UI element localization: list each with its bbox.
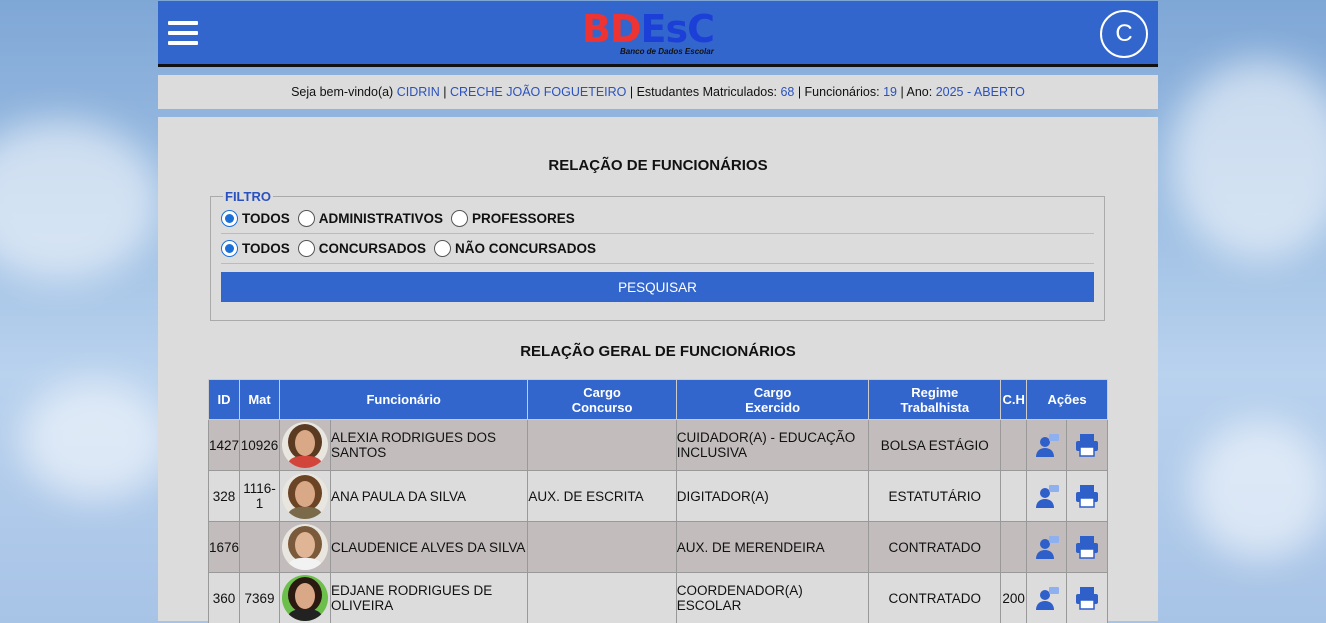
school-year: 2025 - ABERTO xyxy=(935,85,1025,99)
radio-nao-concursados[interactable]: NÃO CONCURSADOS xyxy=(434,240,596,257)
user-info-icon[interactable] xyxy=(1034,534,1060,560)
cell-cargo-exercido: COORDENADOR(A) ESCOLAR xyxy=(675,572,870,623)
radio-icon[interactable] xyxy=(297,210,315,227)
sky-cloud xyxy=(0,120,160,280)
cell-ch xyxy=(1000,470,1028,522)
sky-cloud xyxy=(20,380,170,500)
radio-professores[interactable]: PROFESSORES xyxy=(451,210,575,227)
col-mat[interactable]: Mat xyxy=(239,379,281,420)
year-label: Ano: xyxy=(906,85,933,99)
app-container: BDEsC Banco de Dados Escolar C Seja bem-… xyxy=(158,1,1158,623)
cell-mat: 7369 xyxy=(239,572,281,623)
radio-icon[interactable] xyxy=(221,210,238,227)
search-button[interactable]: PESQUISAR xyxy=(221,272,1094,302)
radio-todos-tipo[interactable]: TODOS xyxy=(221,210,290,227)
user-info-icon[interactable] xyxy=(1034,432,1060,458)
cell-regime: ESTATUTÁRIO xyxy=(868,470,1002,522)
cell-id: 1676 xyxy=(207,521,241,573)
cell-regime: BOLSA ESTÁGIO xyxy=(868,419,1002,471)
cell-mat: 1116-1 xyxy=(239,470,281,522)
radio-icon[interactable] xyxy=(434,240,452,257)
user-info-icon[interactable] xyxy=(1034,483,1060,509)
cell-ch xyxy=(1000,419,1028,471)
cell-cargo-concurso xyxy=(527,572,677,623)
app-logo[interactable]: BDEsC Banco de Dados Escolar xyxy=(582,7,722,59)
cell-cargo-exercido: DIGITADOR(A) xyxy=(675,470,870,522)
cell-id: 360 xyxy=(207,572,241,623)
students-count: 68 xyxy=(780,85,795,99)
employee-photo xyxy=(282,473,329,519)
cell-cargo-concurso xyxy=(527,419,677,471)
filter-type-row: TODOS ADMINISTRATIVOS PROFESSORES xyxy=(221,204,1094,234)
cell-nome: CLAUDENICE ALVES DA SILVA xyxy=(329,521,529,573)
cell-ch: 200 xyxy=(1000,572,1028,623)
col-cargo-exercido[interactable]: Cargo Exercido xyxy=(675,379,870,420)
col-funcionario[interactable]: Funcionário xyxy=(279,379,529,420)
cell-id: 1427 xyxy=(207,419,241,471)
radio-administrativos[interactable]: ADMINISTRATIVOS xyxy=(297,210,443,227)
radio-icon[interactable] xyxy=(451,210,469,227)
radio-concursados[interactable]: CONCURSADOS xyxy=(297,240,426,257)
filter-fieldset: FILTRO TODOS ADMINISTRATIVOS PROFESSORES… xyxy=(210,189,1105,321)
table-row[interactable]: 328 1116-1 ANA PAULA DA SILVA AUX. DE ES… xyxy=(207,470,1108,522)
col-regime[interactable]: Regime Trabalhista xyxy=(868,379,1002,420)
cell-mat xyxy=(239,521,281,573)
print-icon[interactable] xyxy=(1074,585,1100,611)
welcome-label: Seja bem-vindo(a) xyxy=(291,85,394,99)
table-row[interactable]: 1676 CLAUDENICE ALVES DA SILVA AUX. DE M… xyxy=(207,521,1108,573)
print-icon[interactable] xyxy=(1074,534,1100,560)
cell-nome: ANA PAULA DA SILVA xyxy=(329,470,529,522)
user-name: CIDRIN xyxy=(396,85,440,99)
cell-nome: EDJANE RODRIGUES DE OLIVEIRA xyxy=(329,572,529,623)
cell-regime: CONTRATADO xyxy=(868,572,1002,623)
cell-cargo-exercido: CUIDADOR(A) - EDUCAÇÃO INCLUSIVA xyxy=(675,419,870,471)
staff-label: Funcionários: xyxy=(804,85,880,99)
col-cargo-concurso[interactable]: Cargo Concurso xyxy=(527,379,677,420)
students-label: Estudantes Matriculados: xyxy=(636,85,777,99)
cell-mat: 10926 xyxy=(239,419,281,471)
top-bar: BDEsC Banco de Dados Escolar C xyxy=(158,1,1158,67)
menu-icon[interactable] xyxy=(168,21,198,47)
sky-cloud xyxy=(1190,420,1326,560)
cell-cargo-concurso xyxy=(527,521,677,573)
employee-photo xyxy=(282,422,329,468)
staff-count: 19 xyxy=(883,85,897,99)
user-info-icon[interactable] xyxy=(1034,585,1060,611)
page-title: RELAÇÃO DE FUNCIONÁRIOS xyxy=(548,157,768,174)
col-acoes: Ações xyxy=(1026,379,1108,420)
cell-cargo-concurso: AUX. DE ESCRITA xyxy=(527,470,677,522)
employee-photo xyxy=(282,575,329,621)
radio-icon[interactable] xyxy=(221,240,238,257)
sky-cloud xyxy=(1170,60,1326,260)
employee-photo xyxy=(282,524,329,570)
logo-subtitle: Banco de Dados Escolar xyxy=(620,47,714,56)
cell-regime: CONTRATADO xyxy=(868,521,1002,573)
table-row[interactable]: 360 7369 EDJANE RODRIGUES DE OLIVEIRA CO… xyxy=(207,572,1108,623)
col-ch[interactable]: C.H xyxy=(1000,379,1028,420)
user-avatar-button[interactable]: C xyxy=(1100,10,1148,58)
info-bar: Seja bem-vindo(a) CIDRIN | CRECHE JOÃO F… xyxy=(158,75,1158,109)
print-icon[interactable] xyxy=(1074,483,1100,509)
filter-concurso-row: TODOS CONCURSADOS NÃO CONCURSADOS xyxy=(221,234,1094,264)
cell-nome: ALEXIA RODRIGUES DOS SANTOS xyxy=(329,419,529,471)
col-id[interactable]: ID xyxy=(207,379,241,420)
table-row[interactable]: 1427 10926 ALEXIA RODRIGUES DOS SANTOS C… xyxy=(207,419,1108,471)
filter-legend: FILTRO xyxy=(225,189,271,204)
radio-icon[interactable] xyxy=(297,240,315,257)
main-panel: RELAÇÃO DE FUNCIONÁRIOS FILTRO TODOS ADM… xyxy=(158,117,1158,623)
cell-id: 328 xyxy=(207,470,241,522)
radio-todos-concurso[interactable]: TODOS xyxy=(221,240,290,257)
cell-cargo-exercido: AUX. DE MERENDEIRA xyxy=(675,521,870,573)
print-icon[interactable] xyxy=(1074,432,1100,458)
logo-mark: BDEsC xyxy=(582,7,715,51)
cell-ch xyxy=(1000,521,1028,573)
school-name: CRECHE JOÃO FOGUETEIRO xyxy=(449,85,627,99)
table-header-row: ID Mat Funcionário Cargo Concurso Cargo Ex… xyxy=(207,379,1108,420)
staff-table: ID Mat Funcionário Cargo Concurso Cargo Ex… xyxy=(207,379,1108,623)
table-title: RELAÇÃO GERAL DE FUNCIONÁRIOS xyxy=(520,343,796,360)
